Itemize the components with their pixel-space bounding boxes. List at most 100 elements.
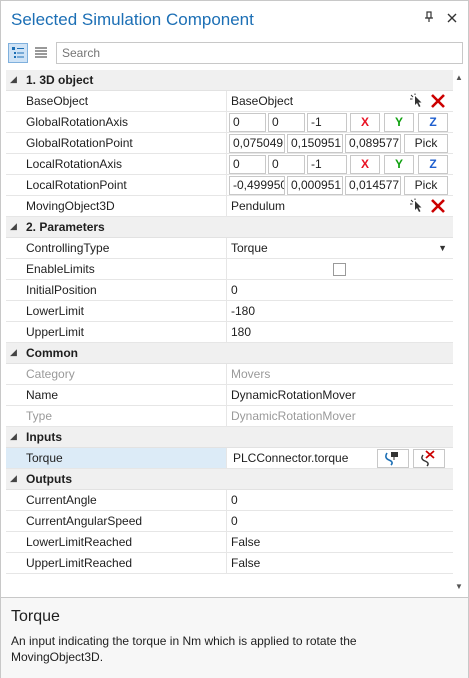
prop-row-category: Category Movers	[6, 364, 453, 385]
categorized-view-icon[interactable]	[8, 43, 28, 63]
prop-row-upper-limit-reached: UpperLimitReached False	[6, 553, 453, 574]
set-x-axis-button[interactable]: X	[350, 155, 380, 174]
title-bar: Selected Simulation Component	[1, 1, 468, 39]
prop-name: LocalRotationPoint	[6, 175, 227, 195]
simulation-component-panel: Selected Simulation Component ◢ 1. 3D ob…	[0, 0, 469, 678]
torque-connection-value[interactable]: PLCConnector.torque	[229, 449, 375, 468]
prop-row-global-rotation-point: GlobalRotationPoint 0,075049 0,150951 0,…	[6, 133, 453, 154]
vertical-scrollbar[interactable]: ▲ ▼	[453, 70, 465, 594]
category-label: Inputs	[26, 430, 62, 444]
name-input[interactable]: DynamicRotationMover	[227, 385, 453, 405]
axis-y-input[interactable]: 0	[268, 113, 305, 132]
set-y-axis-button[interactable]: Y	[384, 155, 414, 174]
set-x-axis-button[interactable]: X	[350, 113, 380, 132]
prop-row-torque[interactable]: Torque PLCConnector.torque	[6, 448, 453, 469]
prop-name: BaseObject	[6, 91, 227, 111]
prop-name: UpperLimit	[6, 322, 227, 342]
prop-row-type: Type DynamicRotationMover	[6, 406, 453, 427]
category-value: Movers	[231, 367, 271, 381]
prop-name: Torque	[6, 448, 227, 468]
disconnect-signal-button[interactable]	[413, 449, 445, 468]
prop-row-lower-limit: LowerLimit -180	[6, 301, 453, 322]
chevron-down-icon[interactable]: ▼	[438, 238, 447, 258]
moving-object-value: Pendulum	[231, 199, 286, 213]
category-inputs[interactable]: ◢ Inputs	[6, 427, 453, 448]
alphabetical-view-icon[interactable]	[32, 43, 52, 63]
category-common[interactable]: ◢ Common	[6, 343, 453, 364]
search-box[interactable]	[56, 42, 463, 64]
description-text: An input indicating the torque in Nm whi…	[11, 634, 357, 664]
set-z-axis-button[interactable]: Z	[418, 155, 448, 174]
collapse-arrow-icon[interactable]: ◢	[10, 473, 17, 484]
prop-row-name: Name DynamicRotationMover	[6, 385, 453, 406]
point-z-input[interactable]: 0,014577	[345, 176, 401, 195]
prop-row-global-rotation-axis: GlobalRotationAxis 0 0 -1 X Y Z	[6, 112, 453, 133]
prop-name: InitialPosition	[6, 280, 227, 300]
prop-name: LocalRotationAxis	[6, 154, 227, 174]
enable-limits-checkbox[interactable]	[333, 263, 346, 276]
axis-x-input[interactable]: 0	[229, 155, 266, 174]
axis-z-input[interactable]: -1	[307, 155, 347, 174]
set-y-axis-button[interactable]: Y	[384, 113, 414, 132]
pick-button[interactable]: Pick	[404, 176, 448, 195]
type-value: DynamicRotationMover	[231, 409, 356, 423]
current-angle-value: 0	[231, 493, 238, 507]
axis-y-input[interactable]: 0	[268, 155, 305, 174]
prop-row-current-angle: CurrentAngle 0	[6, 490, 453, 511]
point-x-input[interactable]: 0,075049	[229, 134, 285, 153]
prop-name: Name	[6, 385, 227, 405]
panel-title: Selected Simulation Component	[11, 10, 254, 29]
lower-limit-input[interactable]: -180	[227, 301, 453, 321]
category-parameters[interactable]: ◢ 2. Parameters	[6, 217, 453, 238]
category-label: Common	[26, 346, 78, 360]
category-outputs[interactable]: ◢ Outputs	[6, 469, 453, 490]
point-y-input[interactable]: 0,000951	[287, 176, 343, 195]
prop-name: CurrentAngularSpeed	[6, 511, 227, 531]
point-z-input[interactable]: 0,089577	[345, 134, 401, 153]
clear-x-icon[interactable]	[430, 198, 446, 214]
prop-name: CurrentAngle	[6, 490, 227, 510]
prop-name: ControllingType	[6, 238, 227, 258]
prop-row-lower-limit-reached: LowerLimitReached False	[6, 532, 453, 553]
category-3d-object[interactable]: ◢ 1. 3D object	[6, 70, 453, 91]
prop-value: 0 0 -1 X Y Z	[227, 112, 453, 132]
point-y-input[interactable]: 0,150951	[287, 134, 343, 153]
upper-limit-input[interactable]: 180	[227, 322, 453, 342]
category-label: 1. 3D object	[26, 73, 94, 87]
scroll-up-icon[interactable]: ▲	[455, 73, 463, 82]
collapse-arrow-icon[interactable]: ◢	[10, 347, 17, 358]
prop-row-local-rotation-point: LocalRotationPoint -0,499950 0,000951 0,…	[6, 175, 453, 196]
prop-row-initial-position: InitialPosition 0	[6, 280, 453, 301]
prop-value[interactable]: Pendulum	[227, 196, 453, 216]
pick-button[interactable]: Pick	[404, 134, 448, 153]
scroll-down-icon[interactable]: ▼	[455, 582, 463, 591]
collapse-arrow-icon[interactable]: ◢	[10, 74, 17, 85]
prop-row-base-object: BaseObject BaseObject	[6, 91, 453, 112]
prop-name: MovingObject3D	[6, 196, 227, 216]
toolbar	[1, 39, 468, 69]
category-label: 2. Parameters	[26, 220, 105, 234]
select-cursor-icon[interactable]	[409, 198, 425, 214]
axis-z-input[interactable]: -1	[307, 113, 347, 132]
prop-value: 0,075049 0,150951 0,089577 Pick	[227, 133, 453, 153]
axis-x-input[interactable]: 0	[229, 113, 266, 132]
prop-row-enable-limits: EnableLimits	[6, 259, 453, 280]
search-input[interactable]	[57, 43, 462, 63]
description-title: Torque	[11, 608, 60, 625]
prop-value[interactable]: BaseObject	[227, 91, 453, 111]
point-x-input[interactable]: -0,499950	[229, 176, 285, 195]
collapse-arrow-icon[interactable]: ◢	[10, 221, 17, 232]
close-icon[interactable]	[444, 11, 460, 27]
connect-signal-button[interactable]	[377, 449, 409, 468]
set-z-axis-button[interactable]: Z	[418, 113, 448, 132]
select-cursor-icon[interactable]	[409, 93, 425, 109]
property-grid: ◢ 1. 3D object BaseObject BaseObject Glo…	[6, 70, 453, 594]
category-label: Outputs	[26, 472, 72, 486]
collapse-arrow-icon[interactable]: ◢	[10, 431, 17, 442]
initial-position-input[interactable]: 0	[227, 280, 453, 300]
prop-name: Type	[6, 406, 227, 426]
controlling-type-dropdown[interactable]: Torque ▼	[227, 238, 453, 258]
pin-icon[interactable]	[421, 11, 437, 27]
clear-x-icon[interactable]	[430, 93, 446, 109]
prop-value	[227, 259, 453, 279]
